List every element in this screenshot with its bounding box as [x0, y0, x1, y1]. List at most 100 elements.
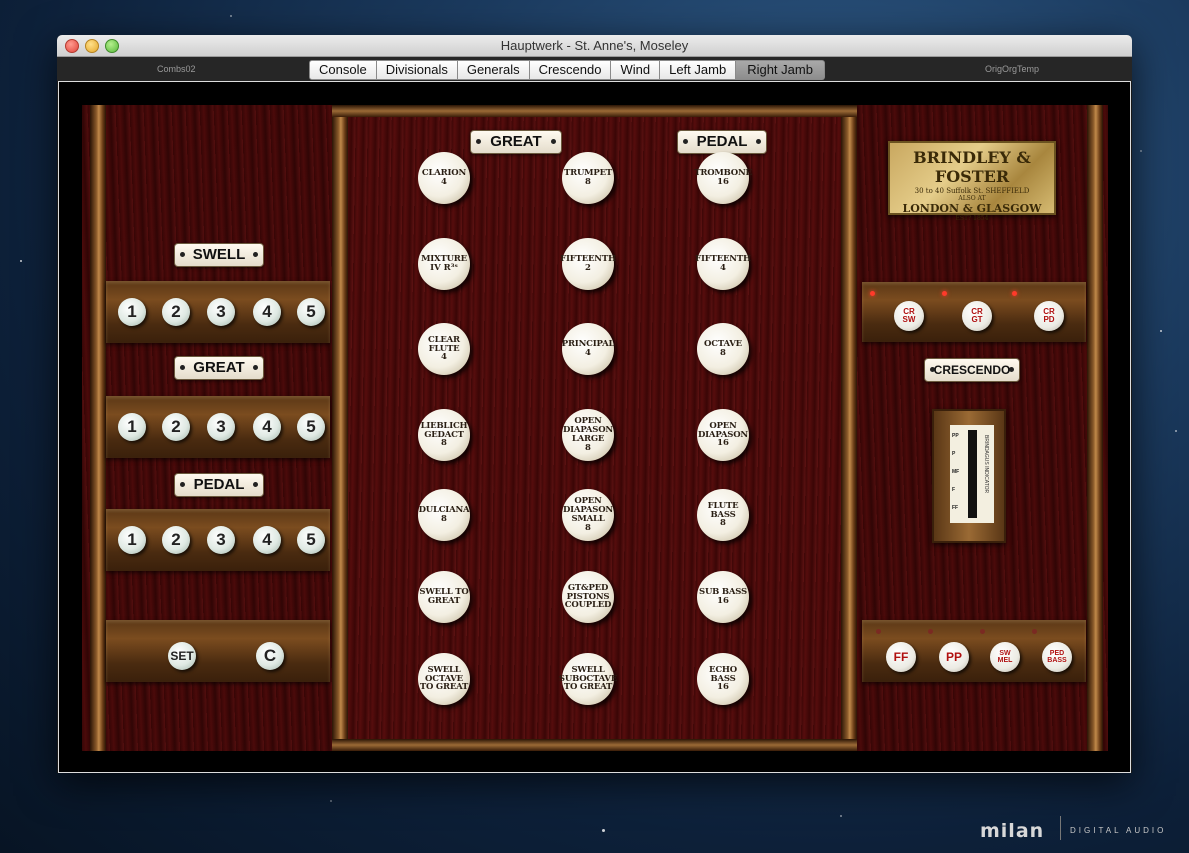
crescendo-plaque: CRESCENDO	[924, 358, 1020, 382]
great-stop-swell-to-great-knob[interactable]: SWELL TO GREAT	[418, 571, 470, 623]
cr-sw-bottom: SW	[902, 315, 916, 324]
swell-piston-2[interactable]: 2	[162, 298, 190, 326]
pedal-piston-1[interactable]: 1	[118, 526, 146, 554]
swell-piston-3[interactable]: 3	[207, 298, 235, 326]
pedal-stop-echo-bass-knob[interactable]: ECHO BASS 16	[697, 653, 749, 705]
great-stop-clarion-knob[interactable]: CLARION 4	[418, 152, 470, 204]
milan-tagline: DIGITAL AUDIO	[1070, 826, 1167, 835]
nameplate-line-4: LONDON & GLASGOW	[902, 202, 1042, 215]
swell-piston-5[interactable]: 5	[297, 298, 325, 326]
ff-lamp	[876, 629, 881, 634]
set-cancel-rail: SET C	[106, 620, 330, 682]
pedal-stop-octave-knob[interactable]: OCTAVE 8	[697, 323, 749, 375]
pedal-stop-fifteenth-knob[interactable]: FIFTEENTH 4	[695, 238, 751, 290]
great-piston-5[interactable]: 5	[297, 413, 325, 441]
top-rail	[332, 105, 857, 117]
indicator-mark-p: P	[952, 451, 956, 457]
great-stop-principal-knob[interactable]: PRINCIPAL 4	[562, 323, 614, 375]
view-tabs: Console Divisionals Generals Crescendo W…	[309, 60, 825, 80]
console-view: SWELL 1 2 3 4 5 GREAT 1 2 3 4 5 PEDAL 1 …	[58, 81, 1131, 773]
tab-console[interactable]: Console	[309, 60, 377, 80]
tab-crescendo[interactable]: Crescendo	[529, 60, 612, 80]
builder-nameplate: BRINDLEY & FOSTER 30 to 40 Suffolk St. S…	[888, 141, 1056, 222]
minimize-window-button[interactable]	[85, 39, 99, 53]
right-pillar	[1087, 105, 1103, 751]
stop-footage: IV R³ˢ	[430, 263, 458, 273]
cr-sw-piston[interactable]: CR SW	[894, 301, 924, 331]
great-stop-open-diapason-small-knob[interactable]: OPEN DIAPASON SMALL 8	[562, 489, 614, 541]
stop-footage: 16	[717, 682, 729, 693]
pedal-piston-3[interactable]: 3	[207, 526, 235, 554]
sw-mel-piston[interactable]: SW MEL	[990, 642, 1020, 672]
swell-piston-rail: 1 2 3 4 5	[106, 281, 330, 343]
cancel-piston[interactable]: C	[256, 642, 284, 670]
great-stop-lieblich-gedact-knob[interactable]: LIEBLICH GEDACT 8	[418, 409, 470, 461]
zoom-window-button[interactable]	[105, 39, 119, 53]
stop-footage: 4	[585, 348, 591, 358]
tab-right-jamb[interactable]: Right Jamb	[736, 60, 825, 80]
great-stop-trumpet-knob[interactable]: TRUMPET 8	[562, 152, 614, 204]
tab-left-jamb[interactable]: Left Jamb	[660, 60, 737, 80]
stop-footage: 8	[585, 522, 591, 533]
temperament-label: OrigOrgTemp	[985, 64, 1040, 74]
tab-divisionals[interactable]: Divisionals	[376, 60, 458, 80]
great-stops-plaque: GREAT	[470, 130, 562, 154]
pedal-piston-4[interactable]: 4	[253, 526, 281, 554]
cr-sw-lamp	[870, 291, 875, 296]
stop-footage: 8	[585, 442, 591, 453]
stop-footage: 4	[441, 177, 447, 187]
great-piston-1[interactable]: 1	[118, 413, 146, 441]
cr-pd-lamp	[1012, 291, 1017, 296]
great-piston-4[interactable]: 4	[253, 413, 281, 441]
nameplate-line-3: ALSO AT	[958, 195, 986, 202]
tab-generals[interactable]: Generals	[457, 60, 530, 80]
sw-mel-bottom: MEL	[997, 657, 1013, 664]
center-left-pillar	[332, 105, 348, 751]
organ-console: SWELL 1 2 3 4 5 GREAT 1 2 3 4 5 PEDAL 1 …	[82, 105, 1108, 751]
pedal-stop-open-diapason-knob[interactable]: OPEN DIAPASON 16	[697, 409, 749, 461]
pp-piston[interactable]: PP	[939, 642, 969, 672]
cr-gt-piston[interactable]: CR GT	[962, 301, 992, 331]
ped-bass-top: PED	[1049, 650, 1065, 657]
close-window-button[interactable]	[65, 39, 79, 53]
great-stop-gt-ped-pistons-coupled-knob[interactable]: GT&PED PISTONS COUPLED	[562, 571, 614, 623]
cr-pd-piston[interactable]: CR PD	[1034, 301, 1064, 331]
great-stop-open-diapason-large-knob[interactable]: OPEN DIAPASON LARGE 8	[562, 409, 614, 461]
great-stop-mixture-knob[interactable]: MIXTURE IV R³ˢ	[418, 238, 470, 290]
bottom-rail	[332, 739, 857, 751]
stop-footage: 8	[441, 514, 447, 524]
great-stop-clear-flute-knob[interactable]: CLEAR FLUTE 4	[418, 323, 470, 375]
swell-piston-4[interactable]: 4	[253, 298, 281, 326]
ped-bass-lamp	[1032, 629, 1037, 634]
great-piston-3[interactable]: 3	[207, 413, 235, 441]
nameplate-line-5: EST? 1854	[955, 215, 989, 222]
title-bar[interactable]: Hauptwerk - St. Anne's, Moseley	[57, 35, 1132, 57]
pedal-stop-sub-bass-knob[interactable]: SUB BASS 16	[697, 571, 749, 623]
stop-footage: 4	[720, 263, 726, 273]
set-piston[interactable]: SET	[168, 642, 196, 670]
pedal-stop-trombone-knob[interactable]: TROMBONE 16	[694, 152, 752, 204]
great-piston-2[interactable]: 2	[162, 413, 190, 441]
cr-pd-bottom: PD	[1043, 315, 1055, 324]
ff-piston[interactable]: FF	[886, 642, 916, 672]
great-stop-dulciana-knob[interactable]: DULCIANA 8	[418, 489, 470, 541]
ped-bass-piston[interactable]: PED BASS	[1042, 642, 1072, 672]
pedal-piston-5[interactable]: 5	[297, 526, 325, 554]
indicator-face: PP P MF F FF BRINDAGUS INDICATOR	[950, 425, 994, 523]
great-stop-swell-suboctave-to-great-knob[interactable]: SWELL SUBOCTAVE TO GREAT	[558, 653, 618, 705]
indicator-mark-f: F	[952, 487, 956, 493]
great-stop-swell-octave-to-great-knob[interactable]: SWELL OCTAVE TO GREAT	[418, 653, 470, 705]
crescendo-coupler-rail: CR SW CR GT CR PD	[862, 282, 1086, 342]
great-piston-rail: 1 2 3 4 5	[106, 396, 330, 458]
pedal-piston-2[interactable]: 2	[162, 526, 190, 554]
ped-bass-bottom: BASS	[1047, 657, 1067, 664]
swell-piston-1[interactable]: 1	[118, 298, 146, 326]
stop-footage: 8	[441, 438, 447, 449]
stop-footage: 8	[720, 518, 726, 529]
sw-mel-top: SW	[999, 650, 1011, 657]
pedal-piston-rail: 1 2 3 4 5	[106, 509, 330, 571]
great-stop-fifteenth-knob[interactable]: FIFTEENTH 2	[560, 238, 616, 290]
stop-name: SWELL SUBOCTAVE TO GREAT	[558, 664, 618, 693]
pedal-stop-flute-bass-knob[interactable]: FLUTE BASS 8	[697, 489, 749, 541]
tab-wind[interactable]: Wind	[611, 60, 661, 80]
